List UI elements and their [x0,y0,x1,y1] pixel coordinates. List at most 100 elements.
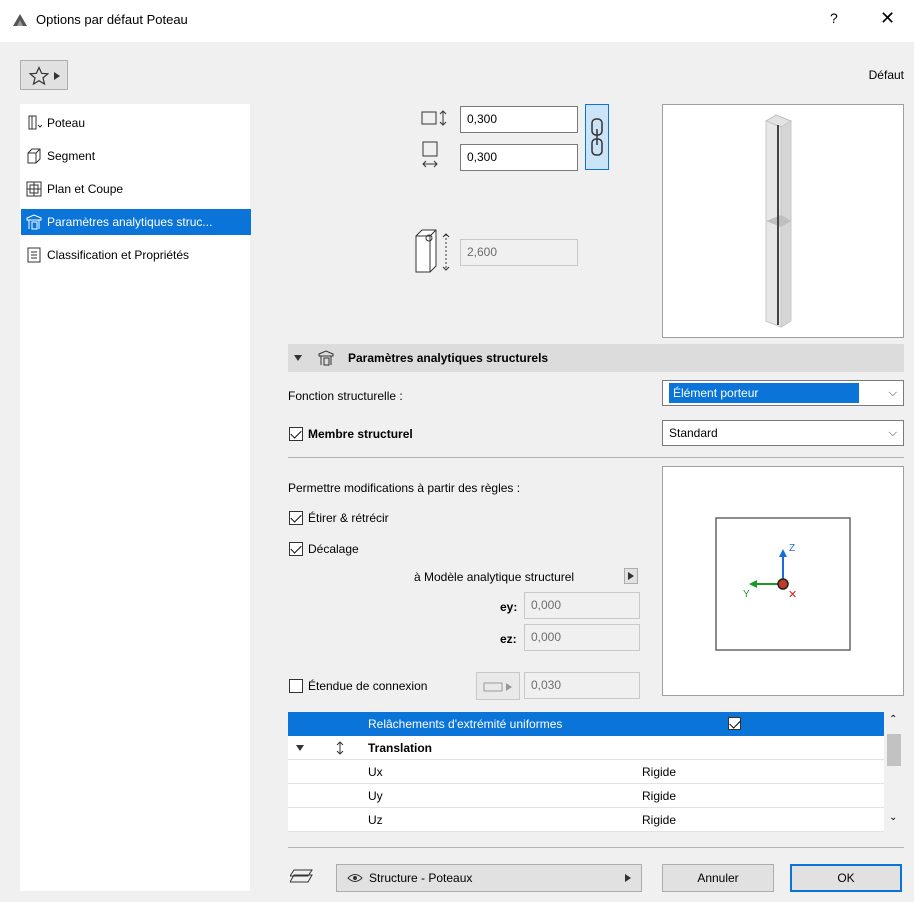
table-row[interactable]: Uz Rigide [288,808,884,832]
document-list-icon [27,247,41,263]
divider [288,847,904,848]
axis-z-label: Z [789,543,796,554]
membre-checkbox[interactable] [289,427,303,441]
membre-value: Standard [669,426,718,440]
depth-field[interactable]: 0,300 [460,144,578,171]
floor-plan-icon [26,181,42,197]
column-icon [28,115,42,130]
section-header[interactable]: Paramètres analytiques structurels [288,344,904,372]
favorites-button[interactable] [20,60,68,90]
width-dimension-icon [421,110,447,126]
structural-analytics-icon [26,214,42,230]
layer-selector[interactable]: Structure - Poteaux [336,864,642,892]
table-header-row[interactable]: Relâchements d'extrémité uniformes [288,712,884,736]
triangle-right-icon [628,572,634,580]
ez-label: ez: [500,632,517,646]
sidebar-item-label: Paramètres analytiques struc... [47,215,213,229]
divider [288,457,904,458]
layer-label: Structure - Poteaux [369,871,473,885]
sidebar-item-segment[interactable]: Segment [21,143,251,169]
etendue-field[interactable]: 0,030 [524,672,640,699]
ok-button[interactable]: OK [790,864,902,892]
uniform-release-checkbox[interactable] [728,717,741,730]
fonction-label: Fonction structurelle : [288,389,403,403]
table-row[interactable]: Uy Rigide [288,784,884,808]
decalage-label: Décalage [308,542,359,556]
segment-icon [27,148,41,164]
row-name: Uy [368,789,383,803]
height-field[interactable]: 2,600 [460,239,578,266]
release-header: Relâchements d'extrémité uniformes [368,717,563,731]
eye-icon [347,874,363,882]
app-icon [13,14,27,26]
table-scrollbar[interactable]: ⌃ ⌄ [884,712,904,832]
etirer-checkbox[interactable] [289,511,303,525]
sidebar-item-poteau[interactable]: Poteau [21,110,251,136]
width-field[interactable]: 0,300 [460,106,578,133]
etendue-checkbox[interactable] [289,679,303,693]
vertical-arrow-icon [336,741,344,755]
chevron-down-icon: ⌵ [888,387,897,399]
chevron-down-icon: ⌵ [888,427,897,439]
section-title: Paramètres analytiques structurels [348,351,549,365]
sidebar-item-classification[interactable]: Classification et Propriétés [21,242,251,268]
etirer-label: Étirer & rétrécir [308,511,389,525]
chevron-down-icon [294,355,302,361]
preset-label: Défaut [868,68,904,82]
fonction-select[interactable]: Élément porteur ⌵ [662,380,904,406]
connection-extent-icon [483,682,512,692]
table-row[interactable]: Ux Rigide [288,760,884,784]
row-value: Rigide [642,789,677,803]
chevron-down-icon [296,745,304,751]
chain-link-icon [591,118,603,156]
column-3d-preview [662,104,904,338]
group-label: Translation [368,741,433,755]
row-name: Uz [368,813,383,827]
sidebar-item-label: Classification et Propriétés [47,248,190,262]
modele-menu-button[interactable] [624,568,638,584]
etendue-label: Étendue de connexion [308,679,428,693]
sidebar-item-label: Poteau [47,116,86,130]
permettre-label: Permettre modifications à partir des règ… [288,481,521,495]
axis-preview-graphic [715,517,851,651]
scroll-up-icon[interactable]: ⌃ [889,714,897,725]
membre-select[interactable]: Standard ⌵ [662,420,904,446]
axis-x-marker: ✕ [788,589,798,601]
axis-y-label: Y [743,589,750,600]
sidebar: Poteau Segment Plan et Coupe Paramètres … [20,104,251,891]
etendue-type-button[interactable] [476,672,520,700]
scroll-down-icon[interactable]: ⌄ [889,812,897,823]
sidebar-item-label: Plan et Coupe [47,182,124,196]
structural-analytics-icon [318,350,334,366]
modele-label: à Modèle analytique structurel [414,570,575,584]
help-button[interactable]: ? [830,10,838,26]
ey-field[interactable]: 0,000 [524,592,640,619]
column-preview-graphic [764,114,793,328]
height-dimension-icon [415,229,450,273]
row-name: Ux [368,765,383,779]
ey-label: ey: [500,600,518,614]
triangle-right-icon [54,72,60,80]
ez-field[interactable]: 0,000 [524,624,640,651]
link-dimensions-toggle[interactable] [585,104,609,170]
sidebar-item-label: Segment [47,149,96,163]
title-bar: Options par défaut Poteau ? ✕ [0,0,914,40]
sidebar-item-plan-coupe[interactable]: Plan et Coupe [21,176,251,202]
decalage-checkbox[interactable] [289,542,303,556]
row-value: Rigide [642,813,677,827]
close-button[interactable]: ✕ [880,8,895,29]
membre-label: Membre structurel [308,427,413,441]
window-title: Options par défaut Poteau [36,12,188,27]
table-group-row[interactable]: Translation [288,736,884,760]
fonction-value: Élément porteur [669,383,859,403]
scroll-thumb[interactable] [887,734,901,766]
axis-preview: Z Y ✕ [662,466,904,696]
cancel-button[interactable]: Annuler [662,864,774,892]
layers-icon [290,869,313,883]
triangle-right-icon [625,874,631,882]
row-value: Rigide [642,765,677,779]
release-table: Relâchements d'extrémité uniformes Trans… [288,712,884,832]
sidebar-item-analytique[interactable]: Paramètres analytiques struc... [21,209,251,235]
depth-dimension-icon [422,141,438,168]
star-icon [29,66,49,86]
